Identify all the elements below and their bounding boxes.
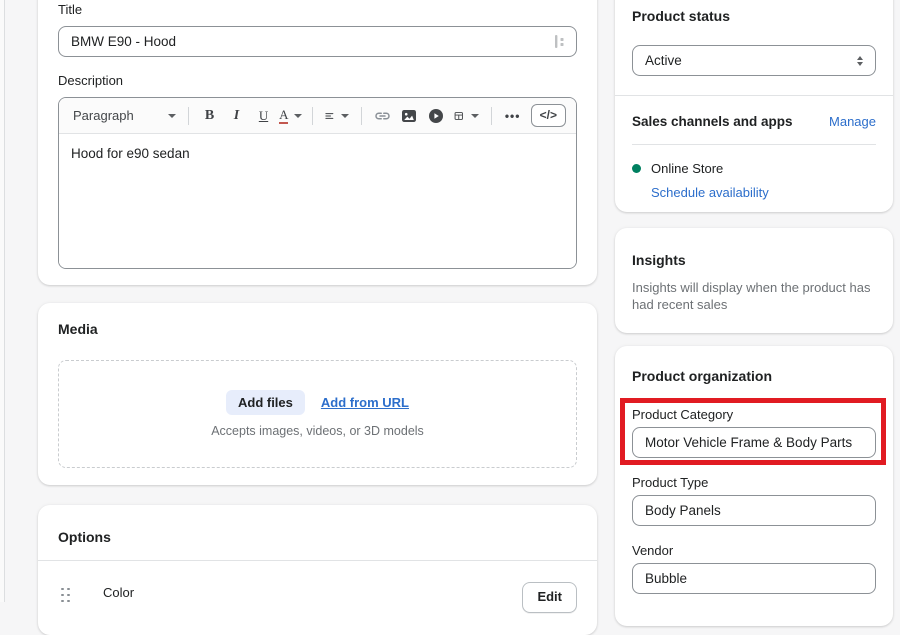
online-store-status-dot [632,164,641,173]
options-card: Options Color Edit [38,505,597,635]
italic-icon: I [234,108,239,124]
insights-card: Insights Insights will display when the … [615,228,893,333]
sales-channels-heading: Sales channels and apps [632,114,793,129]
italic-button[interactable]: I [228,104,246,128]
select-updown-icon [857,56,863,66]
channel-row: Online Store [632,161,876,176]
chevron-down-icon [168,114,176,118]
description-text: Hood for e90 sedan [71,146,190,161]
channel-name: Online Store [651,161,723,176]
schedule-availability-link[interactable]: Schedule availability [651,185,769,200]
insert-table-button[interactable] [454,104,479,128]
underline-icon: U [259,108,268,124]
product-organization-card: Product organization Product Category Pr… [615,346,893,626]
description-label: Description [58,73,577,89]
divider [38,560,597,561]
product-organization-heading: Product organization [632,368,876,385]
underline-button[interactable]: U [255,104,273,128]
edit-option-button[interactable]: Edit [522,582,577,613]
divider [615,95,893,96]
product-status-card: Product status Active Sales channels and… [615,0,893,212]
toolbar-separator [361,107,362,125]
bold-button[interactable]: B [201,104,219,128]
product-status-value: Active [645,53,682,68]
divider [632,144,876,145]
more-dots-icon: ••• [505,109,521,123]
table-icon [454,108,464,124]
text-color-button[interactable]: A [282,104,301,128]
paragraph-style-dropdown[interactable]: Paragraph [73,108,176,123]
product-type-input[interactable] [632,495,876,526]
manage-channels-link[interactable]: Manage [829,114,876,129]
insights-body: Insights will display when the product h… [632,279,876,313]
title-input[interactable] [58,26,577,57]
paragraph-style-label: Paragraph [73,108,134,123]
code-icon: </> [540,108,557,122]
link-icon [374,108,391,124]
toolbar-separator [312,107,313,125]
insights-heading: Insights [632,252,876,269]
align-left-icon [325,109,334,123]
page-left-edge [0,0,5,602]
product-type-label: Product Type [632,475,876,490]
add-files-button[interactable]: Add files [226,390,305,415]
image-icon [401,108,417,124]
product-category-input[interactable] [632,427,876,458]
product-detail-card: Title Description Paragraph B I U [38,0,597,285]
insert-link-button[interactable] [373,104,391,128]
media-card: Media Add files Add from URL Accepts ima… [38,303,597,485]
vendor-label: Vendor [632,543,876,558]
more-options-button[interactable]: ••• [504,104,522,128]
editor-toolbar: Paragraph B I U A [59,98,576,134]
add-from-url-link[interactable]: Add from URL [321,395,409,410]
option-row: Color Edit [58,575,577,609]
alignment-button[interactable] [325,104,349,128]
options-heading: Options [58,529,577,546]
description-editor: Paragraph B I U A [58,97,577,269]
insert-image-button[interactable] [400,104,418,128]
option-name: Color [103,585,134,600]
vendor-input[interactable] [632,563,876,594]
product-status-select[interactable]: Active [632,45,876,76]
chevron-down-icon [471,114,479,118]
chevron-down-icon [294,114,302,118]
text-extension-icon [553,34,567,49]
product-status-heading: Product status [632,8,876,25]
bold-icon: B [205,108,214,124]
media-heading: Media [58,321,577,338]
media-hint: Accepts images, videos, or 3D models [211,424,424,438]
chevron-down-icon [341,114,349,118]
toolbar-separator [491,107,492,125]
text-color-icon: A [279,107,288,124]
video-play-icon [428,108,444,124]
drag-handle-icon[interactable] [61,588,70,603]
product-category-label: Product Category [632,407,876,422]
media-dropzone[interactable]: Add files Add from URL Accepts images, v… [58,360,577,468]
insert-video-button[interactable] [427,104,445,128]
title-label: Title [58,2,577,18]
toolbar-separator [188,107,189,125]
description-textarea[interactable]: Hood for e90 sedan [59,134,576,268]
show-html-button[interactable]: </> [531,104,566,127]
